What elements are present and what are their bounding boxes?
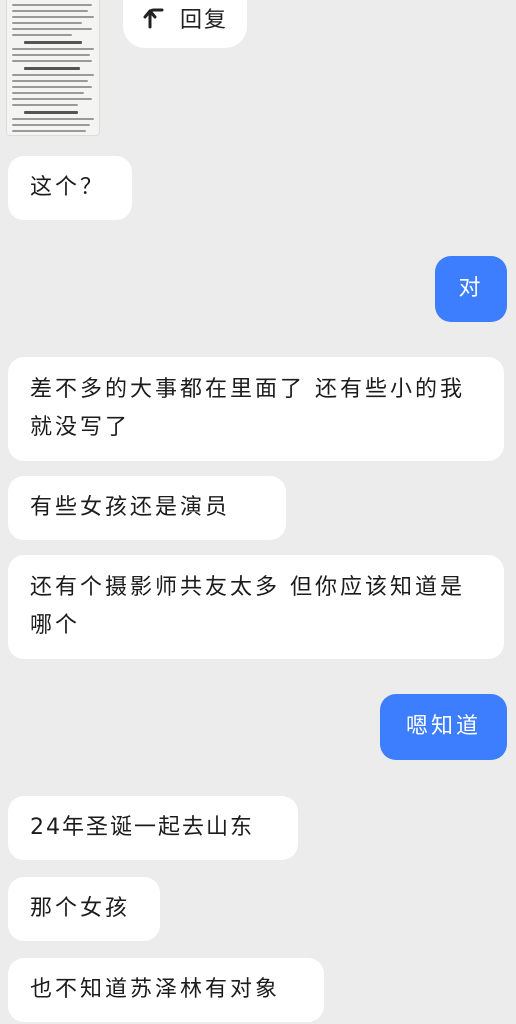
message-text: 24年圣诞一起去山东: [30, 815, 254, 840]
message-bubble-incoming[interactable]: 也不知道苏泽林有对象: [8, 958, 324, 1022]
reply-button[interactable]: 回复: [123, 0, 247, 48]
message-text: 还有个摄影师共友太多 但你应该知道是哪个: [30, 575, 465, 638]
message-bubble-outgoing[interactable]: 嗯知道: [380, 694, 507, 760]
message-bubble-incoming[interactable]: 这个？: [8, 156, 132, 220]
message-bubble-outgoing[interactable]: 对: [435, 256, 507, 322]
message-text: 那个女孩: [30, 896, 131, 921]
reply-arrow-icon: [142, 5, 168, 31]
message-text: 差不多的大事都在里面了 还有些小的我就没写了: [30, 377, 465, 440]
reply-label: 回复: [179, 8, 228, 33]
message-bubble-incoming[interactable]: 24年圣诞一起去山东: [8, 796, 298, 860]
message-text: 也不知道苏泽林有对象: [30, 977, 281, 1002]
message-text: 这个？: [30, 175, 106, 200]
chat-thread: 回复 这个？ 对 差不多的大事都在里面了 还有些小的我就没写了 有些女孩还是演员…: [0, 0, 516, 1024]
message-text: 有些女孩还是演员: [30, 495, 231, 520]
message-bubble-incoming[interactable]: 那个女孩: [8, 877, 160, 941]
message-text: 嗯知道: [405, 714, 481, 739]
message-bubble-incoming[interactable]: 差不多的大事都在里面了 还有些小的我就没写了: [8, 357, 504, 461]
document-image-thumbnail[interactable]: [6, 0, 100, 136]
message-bubble-incoming[interactable]: 有些女孩还是演员: [8, 476, 286, 540]
message-bubble-incoming[interactable]: 还有个摄影师共友太多 但你应该知道是哪个: [8, 555, 504, 659]
message-text: 对: [458, 276, 484, 301]
